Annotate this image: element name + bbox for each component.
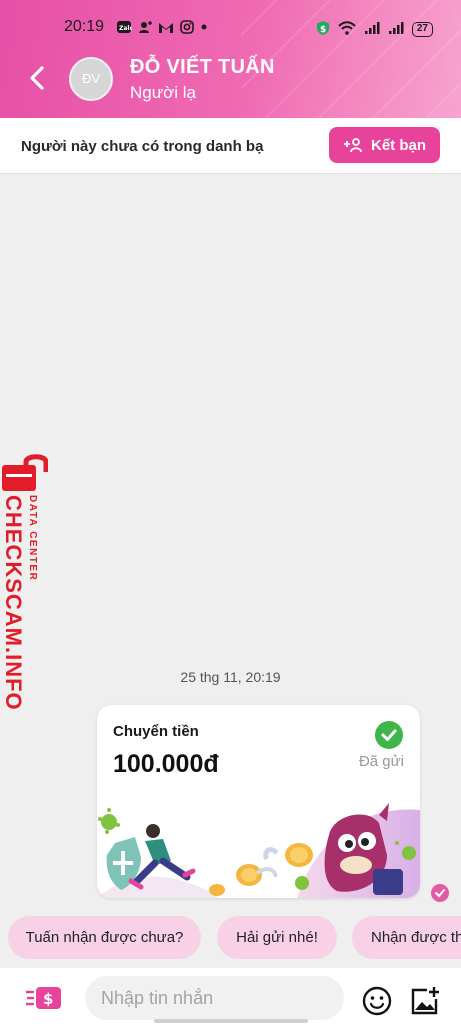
- contact-name[interactable]: ĐỖ VIẾT TUẤN: [130, 56, 275, 79]
- signal-icon: [388, 21, 404, 38]
- chevron-left-icon: [30, 66, 44, 90]
- instagram-icon: [180, 20, 194, 37]
- svg-text:$: $: [43, 990, 53, 1008]
- signal-icon: [364, 21, 380, 38]
- emoji-icon: [362, 986, 392, 1016]
- image-button[interactable]: [409, 985, 441, 1017]
- money-transfer-icon: $: [24, 987, 61, 1009]
- system-icons: $ 27: [316, 20, 433, 39]
- gmail-icon: [158, 21, 174, 37]
- message-input[interactable]: [85, 976, 344, 1020]
- notification-icons: Zalo: [116, 20, 208, 37]
- watermark-sub: DATA CENTER: [27, 495, 38, 582]
- quick-reply-chip[interactable]: Tuấn nhận được chưa?: [8, 916, 201, 959]
- stranger-notice-bar: Người này chưa có trong danh bạ Kết bạn: [0, 118, 461, 174]
- battery-icon: 27: [411, 22, 433, 37]
- shield-dollar-icon: $: [316, 20, 330, 39]
- dot-icon: [200, 20, 208, 37]
- image-add-icon: [411, 987, 439, 1015]
- transfer-amount: 100.000đ: [113, 750, 219, 778]
- transfer-title: Chuyển tiền: [113, 723, 199, 740]
- add-friend-icon: [343, 138, 362, 153]
- money-transfer-card[interactable]: Chuyển tiền 100.000đ Đã gửi: [97, 705, 420, 898]
- watermark-brand: CHECKSCAM.INFO: [1, 495, 26, 711]
- wifi-icon: [338, 21, 356, 38]
- lock-icon: [2, 454, 48, 491]
- message-timestamp: 25 thg 11, 20:19: [180, 669, 281, 685]
- back-button[interactable]: [24, 62, 52, 94]
- status-bar: 20:19 Zalo $ 27: [0, 14, 461, 42]
- quick-reply-chip[interactable]: Hải gửi nhé!: [217, 916, 337, 959]
- chat-header: 20:19 Zalo $ 27 ĐV ĐỖ VIẾT TUẤN Người lạ: [0, 0, 461, 118]
- home-indicator: [154, 1019, 308, 1023]
- user-add-icon: [138, 20, 152, 37]
- stranger-notice-text: Người này chưa có trong danh bạ: [21, 138, 264, 155]
- contact-subtitle: Người lạ: [130, 83, 196, 102]
- quick-reply-chip[interactable]: Nhận được th: [352, 916, 461, 959]
- status-time: 20:19: [64, 18, 105, 35]
- seen-check-icon: [431, 884, 449, 902]
- avatar[interactable]: ĐV: [69, 57, 113, 101]
- add-friend-label: Kết bạn: [370, 136, 426, 154]
- svg-text:$: $: [320, 25, 326, 35]
- emoji-button[interactable]: [361, 985, 393, 1017]
- money-transfer-button[interactable]: $: [24, 986, 62, 1010]
- quick-reply-row: Tuấn nhận được chưa? Hải gửi nhé! Nhận đ…: [0, 916, 461, 960]
- add-friend-button[interactable]: Kết bạn: [329, 127, 440, 163]
- svg-text:Zalo: Zalo: [119, 25, 132, 32]
- message-input-bar: $: [0, 968, 461, 1024]
- transfer-status: Đã gửi: [358, 753, 404, 770]
- sent-check-icon: [375, 721, 403, 749]
- transfer-illustration: [97, 803, 420, 898]
- zalo-icon: Zalo: [116, 20, 134, 37]
